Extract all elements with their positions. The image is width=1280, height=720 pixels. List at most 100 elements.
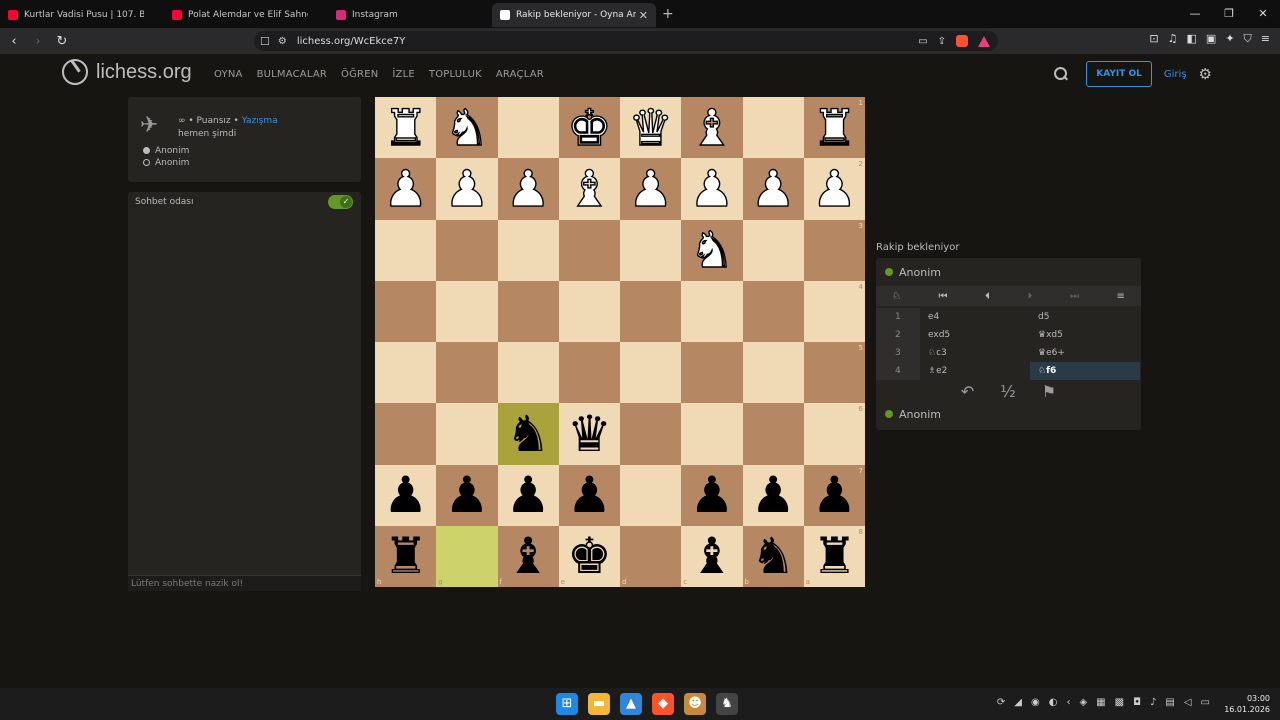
square-c7[interactable]: ♟	[681, 464, 743, 526]
black-knight-icon[interactable]: ♞	[506, 409, 551, 459]
gear-icon[interactable]: ⚙	[1199, 65, 1212, 83]
address-bar[interactable]: ☐ ⚙ lichess.org/WcEkce7Y ▭ ⇪	[254, 31, 998, 51]
system-clock[interactable]: 03:00 16.01.2026	[1224, 693, 1270, 715]
square-c5[interactable]	[681, 342, 743, 404]
chess-app-icon[interactable]: ♞	[716, 693, 738, 715]
minimize-icon[interactable]: —	[1178, 0, 1212, 28]
square-b3[interactable]	[742, 219, 804, 281]
square-f3[interactable]	[497, 219, 559, 281]
close-window-icon[interactable]: ✕	[1246, 0, 1280, 28]
square-f2[interactable]: ♟	[497, 158, 559, 220]
white-bishop-icon[interactable]: ♝	[566, 163, 612, 214]
black-move[interactable]: ♛e6+	[1030, 344, 1140, 362]
white-move[interactable]: exd5	[920, 326, 1030, 344]
black-pawn-icon[interactable]: ♟	[751, 470, 796, 520]
vpn-icon[interactable]: ⛉	[1244, 32, 1252, 46]
square-f4[interactable]	[497, 280, 559, 342]
square-a4[interactable]: 4	[803, 280, 865, 342]
square-b4[interactable]	[742, 280, 804, 342]
black-queen-icon[interactable]: ♛	[567, 409, 612, 459]
nav-watch[interactable]: İZLE	[392, 69, 415, 80]
square-a5[interactable]: 5	[803, 342, 865, 404]
square-h8[interactable]: ♜ h	[375, 525, 437, 587]
search-icon[interactable]	[1054, 67, 1068, 81]
square-c1[interactable]: ♝	[681, 97, 743, 159]
nav-play[interactable]: OYNA	[214, 69, 243, 80]
screenshot-icon[interactable]: ⊡	[1149, 32, 1158, 46]
black-pawn-icon[interactable]: ♟	[444, 470, 489, 520]
current-move[interactable]: ♘f6	[1030, 362, 1140, 380]
square-a8[interactable]: ♜ 8 a	[803, 525, 865, 587]
black-knight-icon[interactable]: ♞	[751, 531, 796, 581]
url-text[interactable]: lichess.org/WcEkce7Y	[297, 36, 406, 47]
prev-move-icon[interactable]: ⏴	[985, 291, 990, 302]
white-king-icon[interactable]: ♚	[566, 102, 612, 153]
square-f7[interactable]: ♟	[497, 464, 559, 526]
square-c8[interactable]: ♝ c	[681, 525, 743, 587]
file-explorer-icon[interactable]: ▬	[588, 693, 610, 715]
nvidia-icon[interactable]: ◢	[1014, 697, 1022, 708]
ai-icon[interactable]: ✦	[1225, 32, 1234, 46]
black-rook-icon[interactable]: ♜	[812, 531, 857, 581]
restore-icon[interactable]: ❐	[1212, 0, 1246, 28]
brave-rewards-icon[interactable]	[978, 35, 990, 47]
tray-app-icon[interactable]: ▦	[1096, 697, 1105, 708]
square-b8[interactable]: ♞ b	[742, 525, 804, 587]
square-d6[interactable]	[620, 403, 682, 465]
resign-flag-icon[interactable]: ⚑	[1042, 382, 1056, 401]
black-rook-icon[interactable]: ♜	[383, 531, 428, 581]
black-pawn-icon[interactable]: ♟	[812, 470, 857, 520]
square-e8[interactable]: ♚ e	[558, 525, 620, 587]
white-pawn-icon[interactable]: ♟	[628, 163, 674, 214]
square-g6[interactable]	[436, 403, 498, 465]
white-pawn-icon[interactable]: ♟	[505, 163, 551, 214]
white-pawn-icon[interactable]: ♟	[689, 163, 735, 214]
square-d4[interactable]	[620, 280, 682, 342]
browser-tab[interactable]: Kurtlar Vadisi Pusu | 107. Bölüm | Yük	[0, 3, 164, 27]
brave-shields-icon[interactable]	[956, 35, 968, 47]
sidebar-icon[interactable]: ◧	[1187, 32, 1197, 46]
browser-tab-active[interactable]: Rakip bekleniyor - Oyna Anc ✕	[492, 3, 656, 27]
square-e5[interactable]	[558, 342, 620, 404]
music-icon[interactable]: ♫	[1168, 32, 1178, 46]
square-e1[interactable]: ♚	[558, 97, 620, 159]
white-rook-icon[interactable]: ♜	[383, 102, 429, 153]
white-move[interactable]: ♗e2	[920, 362, 1030, 380]
square-d7[interactable]	[620, 464, 682, 526]
lichess-logo[interactable]: lichess.org	[62, 59, 192, 85]
square-c4[interactable]	[681, 280, 743, 342]
nav-community[interactable]: TOPLULUK	[429, 69, 482, 80]
white-pawn-icon[interactable]: ♟	[383, 163, 429, 214]
offer-draw-button[interactable]: ½	[1000, 382, 1016, 401]
black-king-icon[interactable]: ♚	[567, 531, 612, 581]
square-e3[interactable]	[558, 219, 620, 281]
white-pawn-icon[interactable]: ♟	[811, 163, 857, 214]
square-d3[interactable]	[620, 219, 682, 281]
square-c3[interactable]: ♞	[681, 219, 743, 281]
photos-icon[interactable]: ▲	[620, 693, 642, 715]
square-a2[interactable]: ♟ 2	[803, 158, 865, 220]
square-g4[interactable]	[436, 280, 498, 342]
square-g2[interactable]: ♟	[436, 158, 498, 220]
chat-toggle[interactable]	[328, 195, 353, 209]
black-pawn-icon[interactable]: ♟	[567, 470, 612, 520]
first-move-icon[interactable]: ⏮	[938, 291, 947, 302]
chess-board[interactable]: ♜ ♞ ♚ ♛ ♝ ♜ 1 ♟ ♟ ♟ ♝ ♟ ♟ ♟ ♟ 2 ♞ 3 4 5 ♞ ♛ 6 ♟ ♟ ♟ ♟ ♟ ♟ ♟ 7 ♜ h g ♝ f ♚ e d ♝…	[375, 97, 865, 587]
browser-tab[interactable]: Polat Alemdar ve Elif Sahneleri (Part	[164, 3, 328, 27]
square-g7[interactable]: ♟	[436, 464, 498, 526]
square-d5[interactable]	[620, 342, 682, 404]
square-f8[interactable]: ♝ f	[497, 525, 559, 587]
takeback-icon[interactable]: ↶	[961, 382, 974, 401]
volume-icon[interactable]: ◁	[1184, 697, 1192, 708]
square-d1[interactable]: ♛	[620, 97, 682, 159]
square-g1[interactable]: ♞	[436, 97, 498, 159]
black-pawn-icon[interactable]: ♟	[383, 470, 428, 520]
microphone-icon[interactable]: ♪	[1150, 697, 1156, 708]
square-h6[interactable]	[375, 403, 437, 465]
white-pawn-icon[interactable]: ♟	[444, 163, 490, 214]
square-g8[interactable]: g	[436, 525, 498, 587]
square-g3[interactable]	[436, 219, 498, 281]
network-icon[interactable]: ▤	[1165, 697, 1174, 708]
square-e4[interactable]	[558, 280, 620, 342]
tray-app-icon[interactable]: ‹	[1066, 697, 1070, 708]
